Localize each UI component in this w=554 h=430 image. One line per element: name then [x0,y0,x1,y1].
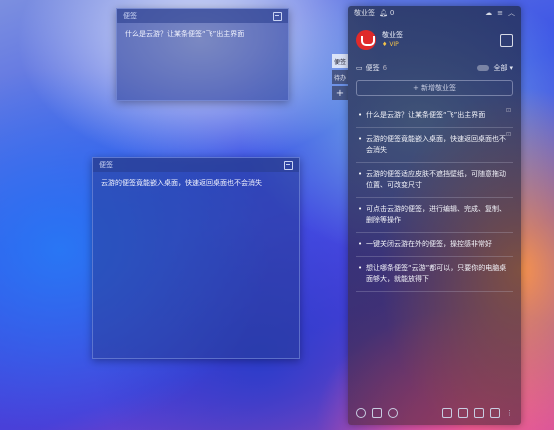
bottom-toolbar: ⋮ [348,407,521,419]
search-icon[interactable] [388,408,398,418]
section-count: 6 [382,64,388,72]
vip-icon: ♦ [382,41,388,48]
main-panel: 敬业签 🔔︎ 0 ☁ ≡ ︿ 敬业签 ♦ VIP ▭ 便签 6 全部 ▾ + 新… [348,6,521,425]
filter-dropdown[interactable]: 全部 [493,63,507,73]
note-text[interactable]: 什么是云游？让某条便签“飞”出主界面 [117,23,288,46]
pin-icon[interactable]: ⊡ [506,105,511,116]
note-titlebar[interactable]: 便签 [93,158,299,172]
app-name: 敬业签 [354,9,375,17]
list-item[interactable]: 可点击云游的便签，进行编辑、完成、复制、删除等操作 [356,198,513,233]
note-list: 什么是云游？让某条便签“飞”出主界面⊡ 云游的便签竟能嵌入桌面，快速返回桌面也不… [348,104,521,292]
list-item[interactable]: 一键关闭云游在外的便签，操控感非常好 [356,233,513,257]
clock-icon[interactable] [356,408,366,418]
tab-todo[interactable]: 待办 [332,70,348,84]
tab-notes[interactable]: 便签 [332,54,348,68]
note-title: 便签 [99,161,113,169]
floating-note-top[interactable]: 便签 什么是云游？让某条便签“飞”出主界面 [116,8,289,101]
list-item[interactable]: 云游的便签竟能嵌入桌面，快速返回桌面也不会消失⊡ [356,128,513,163]
list-item[interactable]: 想让哪条便签“云游”都可以，只要你的电脑桌面够大，就能放得下 [356,257,513,292]
notes-icon: ▭ [356,64,363,72]
list-icon[interactable] [474,408,484,418]
new-note-button[interactable]: + 新增敬业签 [356,80,513,96]
list-item[interactable]: 什么是云游？让某条便签“飞”出主界面⊡ [356,104,513,128]
cloud-icon[interactable]: ☁ [485,9,492,17]
calendar-small-icon[interactable] [372,408,382,418]
panel-titlebar[interactable]: 敬业签 🔔︎ 0 ☁ ≡ ︿ [348,6,521,20]
note-titlebar[interactable]: 便签 [117,9,288,23]
vip-label: VIP [389,41,399,48]
embed-icon[interactable] [273,11,282,21]
floating-note-middle[interactable]: 便签 云游的便签竟能嵌入桌面，快速返回桌面也不会消失 [92,157,300,359]
add-tab-button[interactable]: + [332,86,348,100]
chevron-down-icon[interactable]: ▾ [509,64,513,72]
bell-icon[interactable]: 🔔︎ [379,9,388,17]
menu-icon[interactable]: ≡ [497,9,503,17]
grid-icon[interactable] [458,408,468,418]
note-title: 便签 [123,12,137,20]
collapse-icon[interactable]: ︿ [508,8,515,18]
profile-row: 敬业签 ♦ VIP [348,20,521,54]
add-icon[interactable] [442,408,452,418]
badge-count: 0 [389,9,395,17]
board-icon[interactable] [490,408,500,418]
user-name: 敬业签 [382,31,403,39]
side-tabs: 便签 待办 + [332,54,348,102]
list-item[interactable]: 云游的便签适应皮肤不遮挡壁纸，可随意拖动位置、可改变尺寸 [356,163,513,198]
section-header: ▭ 便签 6 全部 ▾ [348,62,521,74]
section-title: 便签 [365,64,380,72]
note-text[interactable]: 云游的便签竟能嵌入桌面，快速返回桌面也不会消失 [93,172,299,195]
view-toggle[interactable] [477,65,490,71]
avatar[interactable] [356,30,376,50]
more-icon[interactable]: ⋮ [506,409,513,417]
pin-icon[interactable]: ⊡ [506,129,511,140]
calendar-icon[interactable] [500,33,513,47]
embed-icon[interactable] [284,160,293,170]
